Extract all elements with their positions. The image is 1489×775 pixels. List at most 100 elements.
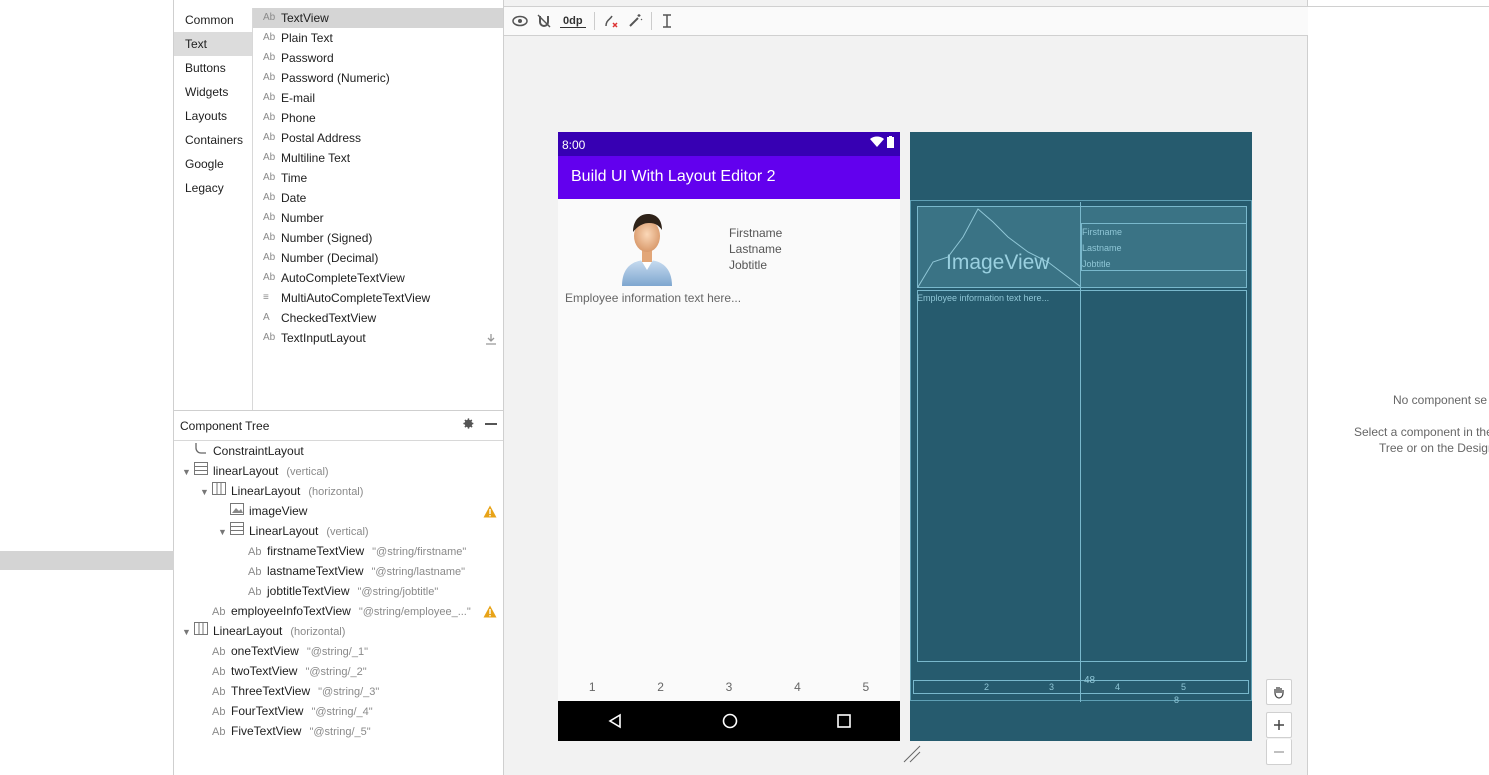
text-widget-icon: Ab xyxy=(263,12,276,23)
palette-item[interactable]: Ab Password xyxy=(253,48,503,68)
category-buttons[interactable]: Buttons xyxy=(174,56,252,80)
jobtitle-text[interactable]: Jobtitle xyxy=(729,257,782,273)
category-layouts[interactable]: Layouts xyxy=(174,104,252,128)
zoom-out-button[interactable] xyxy=(1266,739,1292,765)
palette-item[interactable]: ≡ MultiAutoCompleteTextView xyxy=(253,288,503,308)
category-text[interactable]: Text xyxy=(174,32,252,56)
expand-arrow-icon[interactable]: ▼ xyxy=(182,622,194,642)
palette-item[interactable]: Ab Time xyxy=(253,168,503,188)
tree-node[interactable]: ▼ LinearLayout (vertical) xyxy=(174,521,503,541)
tree-node[interactable]: Ab FourTextView "@string/_4" xyxy=(174,701,503,721)
magnet-off-icon[interactable] xyxy=(536,13,552,29)
tree-node[interactable]: ▼ LinearLayout (horizontal) xyxy=(174,621,503,641)
tree-node[interactable]: Ab twoTextView "@string/_2" xyxy=(174,661,503,681)
blueprint-preview[interactable]: ImageView Firstname Lastname Jobtitle Em… xyxy=(910,132,1252,741)
blueprint-number-row[interactable] xyxy=(913,680,1249,694)
blueprint-firstname[interactable]: Firstname xyxy=(1082,227,1122,237)
tree-node-name: ConstraintLayout xyxy=(213,444,304,458)
palette-item[interactable]: Ab TextView xyxy=(253,8,503,28)
download-icon[interactable] xyxy=(485,331,497,351)
palette-item[interactable]: Ab Number (Signed) xyxy=(253,228,503,248)
palette-item[interactable]: Ab Number (Decimal) xyxy=(253,248,503,268)
category-containers[interactable]: Containers xyxy=(174,128,252,152)
app-bar-title: Build UI With Layout Editor 2 xyxy=(558,156,900,199)
tree-node[interactable]: Ab oneTextView "@string/_1" xyxy=(174,641,503,661)
palette-item-label: TextInputLayout xyxy=(281,331,366,345)
name-block: Firstname Lastname Jobtitle xyxy=(729,225,782,273)
tree-node-attribute: "@string/jobtitle" xyxy=(357,586,439,598)
tree-node-name: imageView xyxy=(249,504,308,518)
blueprint-employee-info-box[interactable] xyxy=(917,290,1247,662)
number-one[interactable]: 1 xyxy=(558,680,626,694)
firstname-text[interactable]: Firstname xyxy=(729,225,782,241)
component-tree-title: Component Tree xyxy=(180,419,270,433)
blueprint-image-view[interactable] xyxy=(917,207,1082,288)
tree-node[interactable]: Ab jobtitleTextView "@string/jobtitle" xyxy=(174,581,503,601)
expand-arrow-icon[interactable]: ▼ xyxy=(200,482,212,502)
tree-node-name: employeeInfoTextView xyxy=(231,604,351,618)
blueprint-tick-5: 5 xyxy=(1181,682,1187,692)
toolbar-separator xyxy=(650,12,652,30)
palette-item[interactable]: A CheckedTextView xyxy=(253,308,503,328)
recents-icon xyxy=(836,714,851,728)
palette-item[interactable]: Ab Date xyxy=(253,188,503,208)
category-google[interactable]: Google xyxy=(174,152,252,176)
lastname-text[interactable]: Lastname xyxy=(729,241,782,257)
tree-node[interactable]: Ab lastnameTextView "@string/lastname" xyxy=(174,561,503,581)
guidelines-icon[interactable] xyxy=(660,13,674,29)
tree-node[interactable]: Ab firstnameTextView "@string/firstname" xyxy=(174,541,503,561)
clear-constraints-icon[interactable] xyxy=(603,13,619,29)
number-four[interactable]: 4 xyxy=(763,680,831,694)
text-widget-icon: Ab xyxy=(263,152,276,163)
resize-handle-icon[interactable] xyxy=(902,744,922,767)
palette-item[interactable]: Ab Number xyxy=(253,208,503,228)
palette-item-label: Number (Decimal) xyxy=(281,251,379,265)
tree-node[interactable]: ▼ LinearLayout (horizontal) xyxy=(174,481,503,501)
palette-item[interactable]: Ab Multiline Text xyxy=(253,148,503,168)
infer-constraints-icon[interactable] xyxy=(627,13,643,29)
blueprint-lastname[interactable]: Lastname xyxy=(1082,243,1122,253)
tree-node[interactable]: ConstraintLayout xyxy=(174,441,503,461)
palette-item[interactable]: Ab Phone xyxy=(253,108,503,128)
palette-item[interactable]: Ab Postal Address xyxy=(253,128,503,148)
employee-info-text[interactable]: Employee information text here... xyxy=(565,291,741,305)
selection-hint-line1: Select a component in the xyxy=(1354,425,1489,439)
blueprint-jobtitle[interactable]: Jobtitle xyxy=(1082,259,1111,269)
eye-icon[interactable] xyxy=(512,15,528,27)
palette-item[interactable]: Ab Password (Numeric) xyxy=(253,68,503,88)
tree-node[interactable]: Ab ThreeTextView "@string/_3" xyxy=(174,681,503,701)
tree-node[interactable]: ▼ linearLayout (vertical) xyxy=(174,461,503,481)
palette-item[interactable]: Ab TextInputLayout xyxy=(253,328,503,348)
expand-arrow-icon[interactable]: ▼ xyxy=(182,462,194,482)
palette-item[interactable]: Ab Plain Text xyxy=(253,28,503,48)
number-five[interactable]: 5 xyxy=(832,680,900,694)
pan-icon[interactable] xyxy=(1266,679,1292,705)
selected-row-highlight xyxy=(0,551,174,570)
palette-item-label: Number (Signed) xyxy=(281,231,373,245)
category-widgets[interactable]: Widgets xyxy=(174,80,252,104)
default-margin-field[interactable]: 0dp xyxy=(560,15,586,28)
tree-node-attribute: "@string/_5" xyxy=(309,726,371,738)
tree-node[interactable]: Ab employeeInfoTextView "@string/employee_… xyxy=(174,601,503,621)
tree-node-attribute: (horizontal) xyxy=(290,626,346,638)
tree-node[interactable]: imageView xyxy=(174,501,503,521)
avatar[interactable] xyxy=(618,208,676,288)
zoom-in-button[interactable] xyxy=(1266,712,1292,738)
number-two[interactable]: 2 xyxy=(626,680,694,694)
back-icon xyxy=(608,713,622,729)
palette-item[interactable]: Ab AutoCompleteTextView xyxy=(253,268,503,288)
text-widget-icon: Ab xyxy=(263,192,276,203)
tree-node-name: FiveTextView xyxy=(231,724,302,738)
tree-node[interactable]: Ab FiveTextView "@string/_5" xyxy=(174,721,503,741)
device-preview[interactable]: 8:00 Build UI With Layout Editor 2 First… xyxy=(558,132,900,741)
category-legacy[interactable]: Legacy xyxy=(174,176,252,200)
palette-item[interactable]: Ab E-mail xyxy=(253,88,503,108)
blueprint-tick-4: 4 xyxy=(1115,682,1121,692)
palette-item-label: Date xyxy=(281,191,307,205)
category-common[interactable]: Common xyxy=(174,8,252,32)
minimize-icon[interactable] xyxy=(485,411,497,441)
expand-arrow-icon[interactable]: ▼ xyxy=(218,522,230,542)
gear-icon[interactable] xyxy=(462,411,475,441)
text-widget-icon: A xyxy=(263,312,270,323)
number-three[interactable]: 3 xyxy=(695,680,763,694)
